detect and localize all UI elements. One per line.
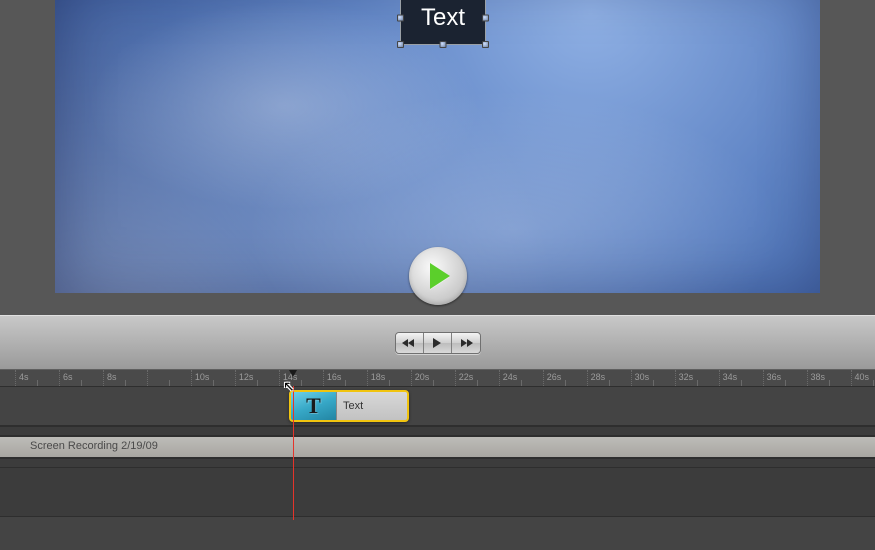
text-annotation-content[interactable]: Text xyxy=(421,4,465,32)
resize-handle-sw[interactable] xyxy=(397,41,404,48)
ruler-tick: 12s xyxy=(235,370,236,386)
track-spacer-2 xyxy=(0,458,875,468)
resize-handle-e[interactable] xyxy=(482,15,489,22)
ruler-tick xyxy=(147,370,148,386)
text-clip[interactable]: T Text xyxy=(289,390,409,422)
ruler-tick-label: 26s xyxy=(547,372,562,382)
play-button[interactable] xyxy=(424,333,452,353)
ruler-tick: 22s xyxy=(455,370,456,386)
ruler-tick-label: 8s xyxy=(107,372,117,382)
track-spacer xyxy=(0,426,875,436)
ruler-tick: 36s xyxy=(763,370,764,386)
track-video[interactable]: Screen Recording 2/19/09 xyxy=(0,436,875,458)
ruler-tick-label: 36s xyxy=(767,372,782,382)
ruler-tick: 6s xyxy=(59,370,60,386)
ruler-tick: 14s xyxy=(279,370,280,386)
video-clip-label: Screen Recording 2/19/09 xyxy=(30,440,158,452)
canvas-area: Text xyxy=(0,0,875,315)
ruler-tick-label: 4s xyxy=(19,372,29,382)
ruler-tick-label: 10s xyxy=(195,372,210,382)
ruler-tick: 40s xyxy=(851,370,852,386)
ruler-tick-label: 12s xyxy=(239,372,254,382)
ruler-tick-label: 30s xyxy=(635,372,650,382)
ruler-tick: 4s xyxy=(15,370,16,386)
resize-handle-w[interactable] xyxy=(397,15,404,22)
canvas-play-button[interactable] xyxy=(409,247,467,305)
ruler-tick-label: 38s xyxy=(811,372,826,382)
ruler-tick: 32s xyxy=(675,370,676,386)
ruler-tick-label: 14s xyxy=(283,372,298,382)
ruler-tick: 30s xyxy=(631,370,632,386)
ruler-tick-label: 28s xyxy=(591,372,606,382)
timeline-empty-area[interactable] xyxy=(0,516,875,550)
ruler-tick-label: 22s xyxy=(459,372,474,382)
ruler-tick: 34s xyxy=(719,370,720,386)
ruler-tick: 28s xyxy=(587,370,588,386)
ruler-tick-label: 6s xyxy=(63,372,73,382)
text-clip-thumb: T xyxy=(291,392,337,420)
ruler-tick-label: 34s xyxy=(723,372,738,382)
ruler-tick: 8s xyxy=(103,370,104,386)
rewind-button[interactable] xyxy=(396,333,424,353)
ruler-tick: 38s xyxy=(807,370,808,386)
ruler-tick: 16s xyxy=(323,370,324,386)
ruler-tick: 20s xyxy=(411,370,412,386)
timeline-ruler[interactable]: 4s6s8s10s12s14s16s18s20s22s24s26s28s30s3… xyxy=(0,370,875,386)
resize-handle-se[interactable] xyxy=(482,41,489,48)
transport-controls xyxy=(395,332,481,354)
ruler-tick-label: 24s xyxy=(503,372,518,382)
text-clip-icon: T xyxy=(306,393,321,419)
ruler-tick-label: 40s xyxy=(855,372,870,382)
resize-handle-s[interactable] xyxy=(440,41,447,48)
play-icon xyxy=(430,263,450,289)
ruler-tick-label: 20s xyxy=(415,372,430,382)
track-text[interactable]: T Text xyxy=(0,386,875,426)
ruler-tick: 18s xyxy=(367,370,368,386)
ruler-tick: 10s xyxy=(191,370,192,386)
ruler-tick-label: 32s xyxy=(679,372,694,382)
transport-bar xyxy=(0,315,875,370)
ruler-tick-label: 18s xyxy=(371,372,386,382)
ruler-tick: 24s xyxy=(499,370,500,386)
text-annotation[interactable]: Text xyxy=(400,0,486,45)
preview-canvas[interactable]: Text xyxy=(55,0,820,293)
ruler-tick-label: 16s xyxy=(327,372,342,382)
ruler-tick: 26s xyxy=(543,370,544,386)
text-clip-label: Text xyxy=(343,400,363,412)
timeline-tracks: T Text Screen Recording 2/19/09 xyxy=(0,386,875,550)
fast-forward-button[interactable] xyxy=(452,333,480,353)
